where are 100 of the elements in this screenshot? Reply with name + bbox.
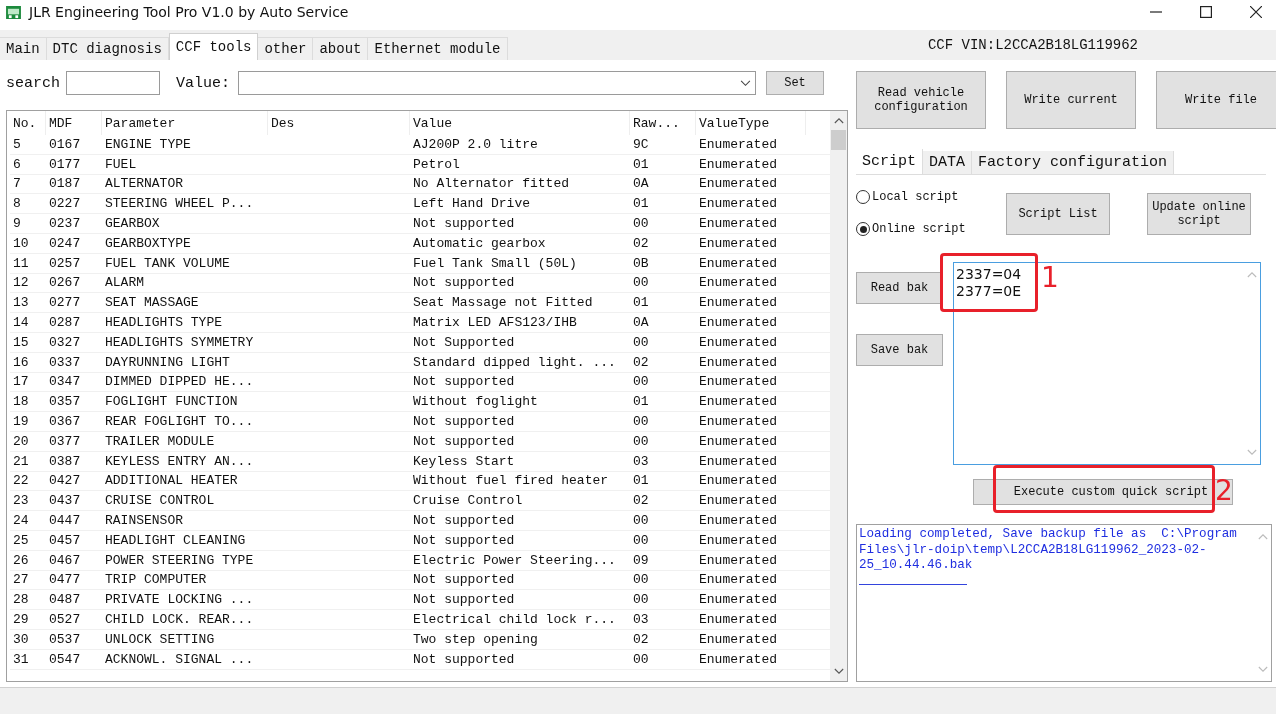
table-cell-text: FUEL bbox=[104, 156, 138, 172]
table-cell-text: 9 bbox=[12, 216, 22, 232]
table-cell-text: Enumerated bbox=[698, 334, 778, 350]
table-cell-text: 18 bbox=[12, 394, 30, 410]
table-row[interactable]: 12 0267 ALARM Not supported 00 Enumerated bbox=[10, 273, 830, 294]
window-title: JLR Engineering Tool Pro V1.0 by Auto Service bbox=[29, 4, 349, 20]
close-icon[interactable] bbox=[1250, 6, 1262, 18]
table-row[interactable]: 18 0357 FOGLIGHT FUNCTION Without foglight 01 Enumerated bbox=[10, 392, 830, 413]
table-row[interactable]: 11 0257 FUEL TANK VOLUME Fuel Tank Small (50L) 0B Enumerated bbox=[10, 253, 830, 274]
table-cell-text: HEADLIGHTS SYMMETRY bbox=[104, 334, 255, 350]
radio-button[interactable] bbox=[856, 190, 870, 204]
table-row[interactable]: 19 0367 REAR FOGLIGHT TO... Not supported 00 Enumerated bbox=[10, 412, 830, 432]
table-row[interactable]: 9 0237 GEARBOX Not supported 00 Enumerated bbox=[10, 214, 830, 234]
value-dropdown[interactable] bbox=[238, 71, 757, 95]
table-cell-text: 14 bbox=[12, 315, 30, 331]
table-cell-text: REAR FOGLIGHT TO... bbox=[104, 414, 255, 430]
table-row[interactable]: 8 0227 STEERING WHEEL P... Left Hand Drive 01 Enumerated bbox=[10, 194, 830, 215]
table-row[interactable]: 30 0537 UNLOCK SETTING Two step opening 02 Enumerated bbox=[10, 629, 830, 650]
backup-button[interactable]: Read bak bbox=[856, 272, 943, 304]
table-cell-text: 0287 bbox=[48, 315, 82, 331]
table-row[interactable]: 29 0527 CHILD LOCK. REAR... Electrical child lock r... 03 Enumerated bbox=[10, 610, 830, 630]
table-cell-text: Enumerated bbox=[698, 592, 778, 608]
table-row[interactable]: 17 0347 DIMMED DIPPED HE... Not supported 00 Enumerated bbox=[10, 372, 830, 393]
table-row[interactable]: 14 0287 HEADLIGHTS TYPE Matrix LED AFS123/IHB 0A Enumerated bbox=[10, 313, 830, 333]
table-cell-text: 11 bbox=[12, 255, 30, 271]
column-header[interactable]: Parameter bbox=[102, 111, 268, 135]
table-cell-text: Enumerated bbox=[698, 552, 778, 568]
column-header[interactable]: Value bbox=[410, 111, 630, 135]
column-header[interactable]: MDF bbox=[46, 111, 102, 135]
table-row[interactable]: 31 0547 ACKNOWL. SIGNAL ... Not supported 00 Enumerated bbox=[10, 649, 830, 670]
table-row[interactable]: 6 0177 FUEL Petrol 01 Enumerated bbox=[10, 154, 830, 175]
table-row[interactable]: 16 0337 DAYRUNNING LIGHT Standard dipped light. ... 02 Enumerated bbox=[10, 352, 830, 373]
script-button[interactable]: Update online script bbox=[1147, 193, 1251, 235]
table-cell-text: 0427 bbox=[48, 473, 82, 489]
set-button[interactable]: Set bbox=[766, 71, 825, 95]
table-row[interactable]: 22 0427 ADDITIONAL HEATER Without fuel fired heater 01 Enumerated bbox=[10, 471, 830, 492]
radio-button[interactable] bbox=[856, 222, 870, 236]
table-row[interactable]: 13 0277 SEAT MASSAGE Seat Massage not Fitted 01 Enumerated bbox=[10, 293, 830, 314]
table-cell-text: Enumerated bbox=[698, 631, 778, 647]
table-row[interactable]: 25 0457 HEADLIGHT CLEANING Not supported 00 Enumerated bbox=[10, 530, 830, 551]
tab[interactable]: Main bbox=[0, 37, 47, 60]
action-button[interactable]: Read vehicle configuration bbox=[856, 71, 986, 129]
table-cell-text: 0247 bbox=[48, 235, 82, 251]
action-button[interactable]: Write current bbox=[1006, 71, 1136, 129]
scroll-down-icon[interactable] bbox=[833, 668, 844, 675]
table-row[interactable]: 5 0167 ENGINE TYPE AJ200P 2.0 litre 9C Enumerated bbox=[10, 135, 830, 155]
table-cell-text: STEERING WHEEL P... bbox=[104, 196, 255, 212]
tab[interactable]: Factory configuration bbox=[972, 151, 1175, 174]
table-cell-text: 0167 bbox=[48, 136, 82, 152]
table-row[interactable]: 10 0247 GEARBOXTYPE Automatic gearbox 02 Enumerated bbox=[10, 234, 830, 254]
scrollbar[interactable] bbox=[830, 111, 847, 681]
column-header[interactable]: No. bbox=[10, 111, 46, 135]
backup-button[interactable]: Save bak bbox=[856, 334, 943, 366]
tab[interactable]: Ethernet module bbox=[368, 37, 508, 60]
table-row[interactable]: 21 0387 KEYLESS ENTRY AN... Keyless Start 03 Enumerated bbox=[10, 451, 830, 472]
scroll-up-icon[interactable] bbox=[833, 117, 844, 124]
table-cell-text: 00 bbox=[632, 414, 650, 430]
table-cell-text: 0437 bbox=[48, 493, 82, 509]
table-cell-text: 17 bbox=[12, 374, 30, 390]
scroll-thumb[interactable] bbox=[831, 130, 846, 150]
radio-option[interactable]: Local script bbox=[856, 190, 1006, 204]
table-row[interactable]: 26 0467 POWER STEERING TYPE Electric Power Steering... 09 Enumerated bbox=[10, 550, 830, 571]
maximize-icon[interactable] bbox=[1200, 6, 1212, 18]
table-cell-text: Not Supported bbox=[412, 334, 516, 350]
table-cell-text: Without fuel fired heater bbox=[412, 473, 610, 489]
table-row[interactable]: 28 0487 PRIVATE LOCKING ... Not supported 00 Enumerated bbox=[10, 590, 830, 611]
search-field[interactable] bbox=[66, 71, 160, 95]
column-header[interactable]: ValueType bbox=[696, 111, 806, 135]
tab[interactable]: other bbox=[258, 37, 314, 60]
tab[interactable]: CCF tools bbox=[168, 33, 259, 60]
table-row[interactable]: 27 0477 TRIP COMPUTER Not supported 00 Enumerated bbox=[10, 570, 830, 591]
table-cell-text: 23 bbox=[12, 493, 30, 509]
tab[interactable]: DTC diagnosis bbox=[46, 37, 169, 60]
table-row[interactable]: 15 0327 HEADLIGHTS SYMMETRY Not Supported 00 Enumerated bbox=[10, 332, 830, 353]
tab[interactable]: about bbox=[313, 37, 369, 60]
log-message: Loading completed, Save backup file as C:\Program Files\jlr-doip\temp\L2CCA2B18LG119962_2023-02-25_10.44.46.bak bbox=[859, 527, 1238, 574]
table-cell-text: 01 bbox=[632, 295, 650, 311]
table-cell-text: ALTERNATOR bbox=[104, 176, 184, 192]
table-cell-text: Enumerated bbox=[698, 532, 778, 548]
script-line: 2337=04 bbox=[956, 266, 1022, 283]
script-button[interactable]: Script List bbox=[1006, 193, 1110, 235]
tab[interactable]: DATA bbox=[923, 151, 973, 174]
column-header[interactable]: Raw... bbox=[630, 111, 696, 135]
table-cell-text: Two step opening bbox=[412, 631, 539, 647]
table-cell-text: Enumerated bbox=[698, 235, 778, 251]
table-cell-text: ALARM bbox=[104, 275, 145, 291]
table-row[interactable]: 20 0377 TRAILER MODULE Not supported 00 Enumerated bbox=[10, 431, 830, 452]
table-cell-text: Enumerated bbox=[698, 433, 778, 449]
table-cell-text: 00 bbox=[632, 651, 650, 667]
table-row[interactable]: 7 0187 ALTERNATOR No Alternator fitted 0A Enumerated bbox=[10, 174, 830, 195]
action-button[interactable]: Write file bbox=[1156, 71, 1276, 129]
table-cell-text: 0387 bbox=[48, 453, 82, 469]
table-cell-text: Enumerated bbox=[698, 651, 778, 667]
table-cell-text: 02 bbox=[632, 493, 650, 509]
column-header[interactable]: Des bbox=[268, 111, 410, 135]
table-cell-text: 03 bbox=[632, 612, 650, 627]
table-cell-text: 03 bbox=[632, 453, 650, 469]
radio-option[interactable]: Online script bbox=[856, 222, 1006, 236]
table-row[interactable]: 24 0447 RAINSENSOR Not supported 00 Enumerated bbox=[10, 511, 830, 531]
table-row[interactable]: 23 0437 CRUISE CONTROL Cruise Control 02 Enumerated bbox=[10, 491, 830, 512]
